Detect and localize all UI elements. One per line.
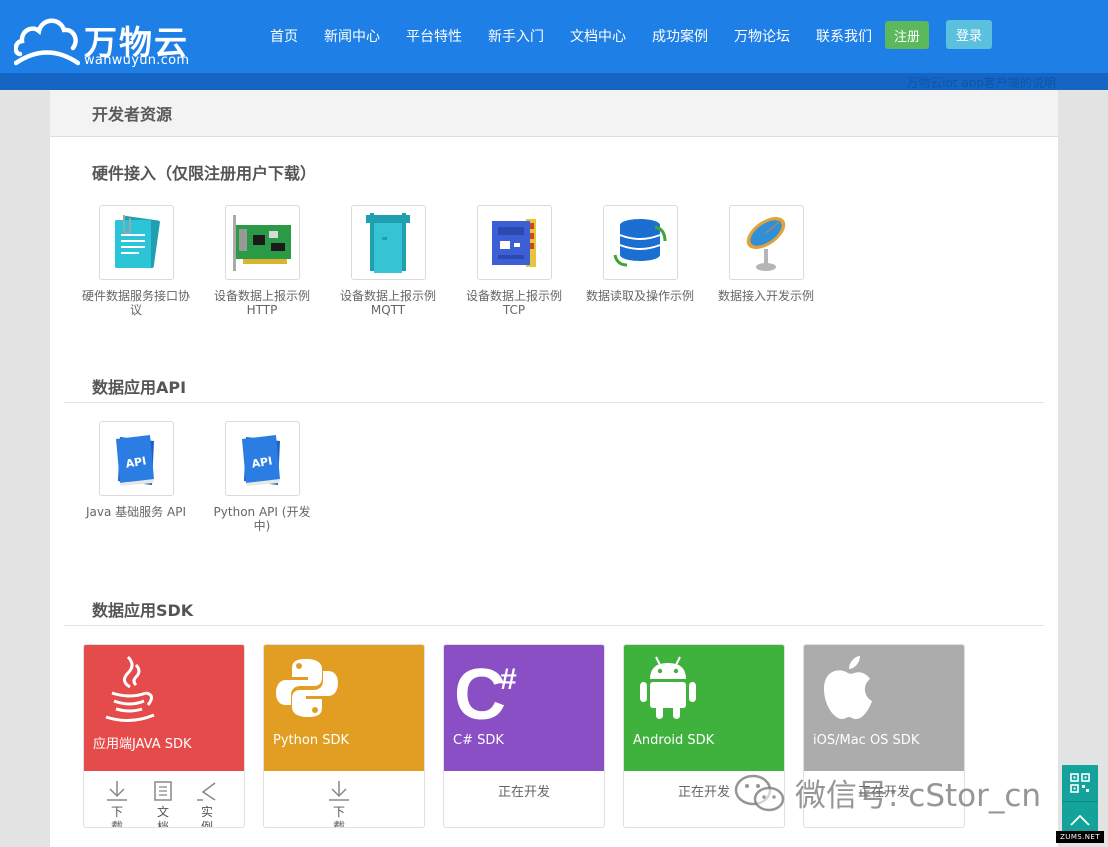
nav-features[interactable]: 平台特性: [406, 26, 462, 48]
doc-label: 文档: [156, 805, 169, 828]
sdk-name: C# SDK: [453, 733, 504, 748]
top-header: 万物云 wanwuyun.com 首页 新闻中心 平台特性 新手入门 文档中心 …: [0, 0, 1108, 73]
csharp-icon: C #: [454, 655, 517, 725]
resource-item-dev-example[interactable]: 数据接入开发示例: [711, 205, 821, 303]
nav-home[interactable]: 首页: [270, 26, 298, 48]
main-panel: 开发者资源 硬件接入（仅限注册用户下载） 硬件数据服务接口协议 设备数据上报示例…: [50, 90, 1058, 847]
sdk-section-title: 数据应用SDK: [92, 601, 194, 620]
resource-label: 设备数据上报示例HTTP: [213, 289, 310, 317]
download-button[interactable]: 下载: [102, 781, 132, 828]
resource-item-java-api[interactable]: API Java 基础服务 API: [81, 421, 191, 519]
api-book-icon: API: [98, 421, 174, 496]
sdk-card-java[interactable]: 应用端JAVA SDK 下载 文档 实例: [83, 644, 245, 828]
qr-code-icon: [1070, 773, 1090, 793]
sdk-card-header: C # C# SDK: [444, 645, 604, 771]
python-icon: [276, 659, 338, 717]
hardware-section-title: 硬件接入（仅限注册用户下载）: [92, 164, 317, 183]
resource-item-hardware-protocol[interactable]: 硬件数据服务接口协议: [81, 205, 191, 317]
sdk-name: 应用端JAVA SDK: [93, 737, 192, 752]
download-label: 下载: [332, 805, 345, 828]
wechat-watermark: 微信号: cStor_cn: [733, 770, 1041, 815]
page-title: 开发者资源: [92, 105, 173, 124]
nav-news[interactable]: 新闻中心: [324, 26, 380, 48]
resource-item-tcp-example[interactable]: 设备数据上报示例TCP: [459, 205, 569, 317]
svg-text:C: C: [454, 655, 506, 725]
sdk-card-header: 应用端JAVA SDK: [84, 645, 244, 771]
sdk-card-csharp[interactable]: C # C# SDK 正在开发: [443, 644, 605, 828]
chip-board-icon: [476, 205, 552, 280]
resource-label: Java 基础服务 API: [86, 505, 186, 519]
qr-code-button[interactable]: [1062, 765, 1098, 801]
device-icon: [350, 205, 426, 280]
sdk-card-actions: 正在开发: [444, 771, 604, 827]
sdk-name: Python SDK: [273, 733, 349, 748]
android-icon: [640, 656, 696, 719]
page-title-bar: 开发者资源: [50, 90, 1058, 137]
svg-text:#: #: [500, 663, 517, 696]
resource-label: 设备数据上报示例MQTT: [339, 289, 436, 317]
section-divider: [64, 402, 1044, 403]
download-button[interactable]: 下载: [324, 781, 354, 828]
doc-icon: [154, 781, 172, 801]
api-section-title: 数据应用API: [92, 378, 187, 397]
sdk-card-actions: 下载: [264, 771, 424, 828]
network-card-icon: [224, 205, 300, 280]
wechat-icon: [734, 774, 785, 811]
nav-forum[interactable]: 万物论坛: [734, 26, 790, 48]
document-icon: [98, 205, 174, 280]
resource-label: Python API (开发中): [213, 505, 311, 533]
resource-label: 硬件数据服务接口协议: [81, 289, 190, 317]
database-icon: [602, 205, 678, 280]
download-icon: [329, 781, 349, 801]
nav-contact[interactable]: 联系我们: [816, 26, 872, 48]
sdk-card-actions: 下载 文档 实例: [84, 771, 244, 828]
main-nav: 首页 新闻中心 平台特性 新手入门 文档中心 成功案例 万物论坛 联系我们: [270, 26, 898, 48]
brand-domain: wanwuyun.com: [84, 53, 190, 68]
download-label: 下载: [110, 805, 123, 828]
doc-button[interactable]: 文档: [148, 781, 178, 828]
resource-label: 数据接入开发示例: [717, 289, 814, 303]
nav-getting-started[interactable]: 新手入门: [488, 26, 544, 48]
nav-docs[interactable]: 文档中心: [570, 26, 626, 48]
sdk-card-header: Android SDK: [624, 645, 784, 771]
site-tag: ZUMS.NET: [1056, 831, 1104, 843]
resource-item-python-api[interactable]: API Python API (开发中): [207, 421, 317, 533]
sdk-name: Android SDK: [633, 733, 715, 748]
apple-icon: [824, 656, 872, 719]
download-icon: [107, 781, 127, 801]
sdk-card-python[interactable]: Python SDK 下载: [263, 644, 425, 828]
sdk-card-header: Python SDK: [264, 645, 424, 771]
watermark-text: 微信号: cStor_cn: [795, 778, 1042, 814]
example-icon: [197, 782, 216, 801]
nav-cases[interactable]: 成功案例: [652, 26, 708, 48]
register-button[interactable]: 注册: [885, 21, 929, 49]
announcement-strip: 万物云iot app客户端的说明: [0, 73, 1108, 90]
resource-item-mqtt-example[interactable]: 设备数据上报示例MQTT: [333, 205, 443, 317]
api-book-icon: API: [224, 421, 300, 496]
resource-item-http-example[interactable]: 设备数据上报示例HTTP: [207, 205, 317, 317]
sdk-status: 正在开发: [497, 785, 550, 800]
example-label: 实例: [200, 805, 213, 828]
cloud-logo-icon: [14, 18, 80, 66]
example-button[interactable]: 实例: [192, 781, 222, 828]
java-icon: [105, 655, 155, 722]
site-logo[interactable]: 万物云 wanwuyun.com: [14, 12, 194, 70]
resource-item-data-ops[interactable]: 数据读取及操作示例: [585, 205, 695, 303]
chevron-up-icon: [1070, 814, 1090, 826]
satellite-dish-icon: [728, 205, 804, 280]
section-divider: [64, 625, 1044, 626]
resource-label: 数据读取及操作示例: [585, 289, 694, 303]
resource-label: 设备数据上报示例TCP: [465, 289, 562, 317]
sdk-card-header: iOS/Mac OS SDK: [804, 645, 964, 771]
login-button[interactable]: 登录: [946, 20, 992, 49]
announcement-text[interactable]: 万物云iot app客户端的说明: [906, 74, 1056, 91]
sdk-name: iOS/Mac OS SDK: [813, 733, 920, 748]
